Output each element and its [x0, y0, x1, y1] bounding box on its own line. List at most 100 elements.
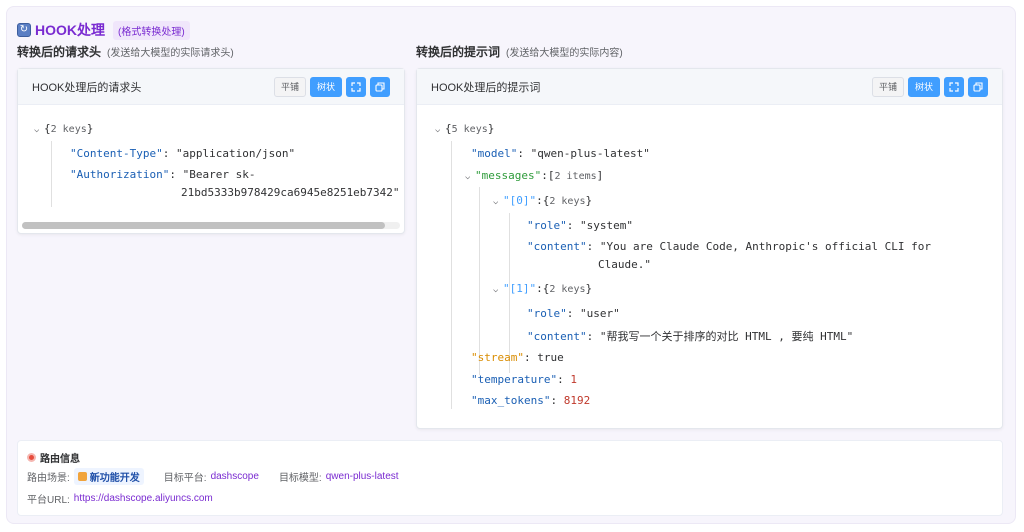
- json-line: "content": "You are Claude Code, Anthrop…: [527, 240, 931, 253]
- headers-toolbar: 平铺 树状: [273, 76, 390, 97]
- json-value: "帮我写一个关于排序的对比 HTML , 要纯 HTML": [599, 330, 854, 343]
- route-info-title: 路由信息: [40, 454, 80, 465]
- left-section-label: 转换后的请求头 (发送给大模型的实际请求头): [17, 43, 234, 60]
- json-value: "application/json": [175, 147, 296, 160]
- json-line: "role": "system": [527, 219, 633, 232]
- json-value: "user": [580, 307, 620, 320]
- prompt-toolbar: 平铺 树状: [871, 76, 988, 97]
- json-key: "content": [527, 330, 587, 343]
- json-key: "role": [527, 219, 567, 232]
- json-key: "role": [527, 307, 567, 320]
- scene-value: 新功能开发: [89, 473, 140, 484]
- collapse-caret-icon[interactable]: ⌵: [493, 285, 503, 295]
- json-line: "stream": true: [471, 351, 564, 364]
- route-info-card: 路由信息 路由场景: 新功能开发 目标平台: dashscope 目标模型: q…: [17, 440, 1003, 516]
- json-line: "model": "qwen-plus-latest": [471, 147, 650, 160]
- json-line-wrap: 21bd5333b978429ca6945e8251eb7342": [181, 186, 400, 199]
- route-url-row: 平台URL: https://dashscope.aliyuncs.com: [27, 491, 213, 506]
- flat-view-button[interactable]: 平铺: [273, 76, 306, 97]
- json-value: 1: [570, 373, 577, 386]
- copy-icon: [375, 81, 385, 92]
- json-index: "[1]": [503, 282, 537, 295]
- collapse-caret-icon[interactable]: ⌵: [493, 197, 503, 207]
- left-section-subtitle: (发送给大模型的实际请求头): [107, 48, 234, 59]
- json-value: "system": [580, 219, 633, 232]
- scene-badge: 新功能开发: [73, 468, 144, 485]
- item-meta: 2 keys: [549, 284, 586, 295]
- route-info-row: 路由场景: 新功能开发 目标平台: dashscope 目标模型: qwen-p…: [27, 468, 399, 485]
- hook-title: HOOK处理: [35, 22, 105, 38]
- hook-badge: (格式转换处理): [113, 20, 190, 40]
- scene-label: 路由场景:: [27, 473, 70, 484]
- json-key: "temperature": [471, 373, 558, 386]
- copy-button[interactable]: [370, 76, 390, 97]
- headers-panel-title: HOOK处理后的请求头: [32, 81, 142, 94]
- expand-icon: [949, 81, 959, 92]
- json-value: "qwen-plus-latest": [530, 147, 650, 160]
- prompt-panel: HOOK处理后的提示词 平铺 树状 ⌵ {5 keys} "model": "qw…: [416, 68, 1003, 429]
- json-value: "Bearer sk-: [182, 168, 256, 181]
- json-value: 8192: [563, 394, 591, 407]
- json-value: true: [537, 351, 564, 364]
- json-key: "max_tokens": [471, 394, 551, 407]
- left-section-title: 转换后的请求头: [17, 45, 102, 59]
- json-value-cont: 21bd5333b978429ca6945e8251eb7342": [181, 186, 400, 199]
- json-messages-line[interactable]: ⌵ "messages":[2 items]: [465, 169, 603, 182]
- right-section-label: 转换后的提示词 (发送给大模型的实际内容): [416, 43, 623, 60]
- model-label: 目标模型:: [278, 473, 322, 484]
- json-root-line[interactable]: ⌵ {2 keys}: [34, 122, 93, 135]
- json-line: "Content-Type": "application/json": [70, 147, 296, 160]
- json-key: "model": [471, 147, 518, 160]
- json-line-wrap: Claude.": [598, 258, 651, 271]
- platform-label: 目标平台:: [163, 473, 207, 484]
- json-key: "content": [527, 240, 587, 253]
- prompt-panel-header: HOOK处理后的提示词 平铺 树状: [417, 69, 1002, 105]
- feature-icon: [77, 472, 87, 481]
- json-item-0[interactable]: ⌵ "[0]":{2 keys}: [493, 194, 592, 207]
- platform-value: dashscope: [210, 471, 259, 482]
- headers-panel: HOOK处理后的请求头 平铺 树状 ⌵ {2 keys} "Content-Typ…: [17, 68, 405, 234]
- prompt-panel-title: HOOK处理后的提示词: [431, 81, 541, 94]
- url-label: 平台URL:: [27, 495, 70, 506]
- item-meta: 2 keys: [549, 196, 586, 207]
- json-root-line[interactable]: ⌵ {5 keys}: [435, 122, 494, 135]
- headers-panel-header: HOOK处理后的请求头 平铺 树状: [18, 69, 404, 105]
- root-meta: 5 keys: [451, 124, 488, 135]
- collapse-caret-icon[interactable]: ⌵: [34, 125, 44, 135]
- json-value-cont: Claude.": [598, 258, 651, 271]
- scrollbar-thumb[interactable]: [22, 222, 385, 229]
- hook-header: ↻ HOOK处理 (格式转换处理): [17, 20, 190, 40]
- json-line: "max_tokens": 8192: [471, 394, 591, 407]
- copy-button[interactable]: [968, 76, 988, 97]
- expand-button[interactable]: [944, 76, 964, 97]
- json-line: "temperature": 1: [471, 373, 577, 386]
- json-key: "stream": [471, 351, 524, 364]
- url-value[interactable]: https://dashscope.aliyuncs.com: [74, 493, 213, 504]
- horizontal-scrollbar[interactable]: [22, 222, 400, 229]
- model-value: qwen-plus-latest: [325, 471, 399, 482]
- tree-view-button[interactable]: 树状: [309, 76, 342, 97]
- flat-view-button[interactable]: 平铺: [871, 76, 904, 97]
- route-info-header: 路由信息: [27, 450, 80, 465]
- right-section-title: 转换后的提示词: [416, 45, 501, 59]
- json-key: "messages": [475, 169, 542, 182]
- tree-view-button[interactable]: 树状: [907, 76, 940, 97]
- root-meta: 2 keys: [50, 124, 87, 135]
- pin-icon: [27, 453, 36, 462]
- messages-meta: 2 items: [554, 171, 597, 182]
- json-item-1[interactable]: ⌵ "[1]":{2 keys}: [493, 282, 592, 295]
- expand-icon: [351, 81, 361, 92]
- expand-button[interactable]: [346, 76, 366, 97]
- refresh-icon: ↻: [17, 23, 31, 37]
- json-key: "Content-Type": [70, 147, 163, 160]
- right-section-subtitle: (发送给大模型的实际内容): [506, 48, 623, 59]
- json-line: "content": "帮我写一个关于排序的对比 HTML , 要纯 HTML": [527, 330, 854, 343]
- json-index: "[0]": [503, 194, 537, 207]
- json-value: "You are Claude Code, Anthropic's offici…: [599, 240, 931, 253]
- json-line: "Authorization": "Bearer sk-: [70, 168, 256, 181]
- collapse-caret-icon[interactable]: ⌵: [435, 125, 445, 135]
- collapse-caret-icon[interactable]: ⌵: [465, 172, 475, 182]
- json-line: "role": "user": [527, 307, 620, 320]
- copy-icon: [973, 81, 983, 92]
- json-key: "Authorization": [70, 168, 170, 181]
